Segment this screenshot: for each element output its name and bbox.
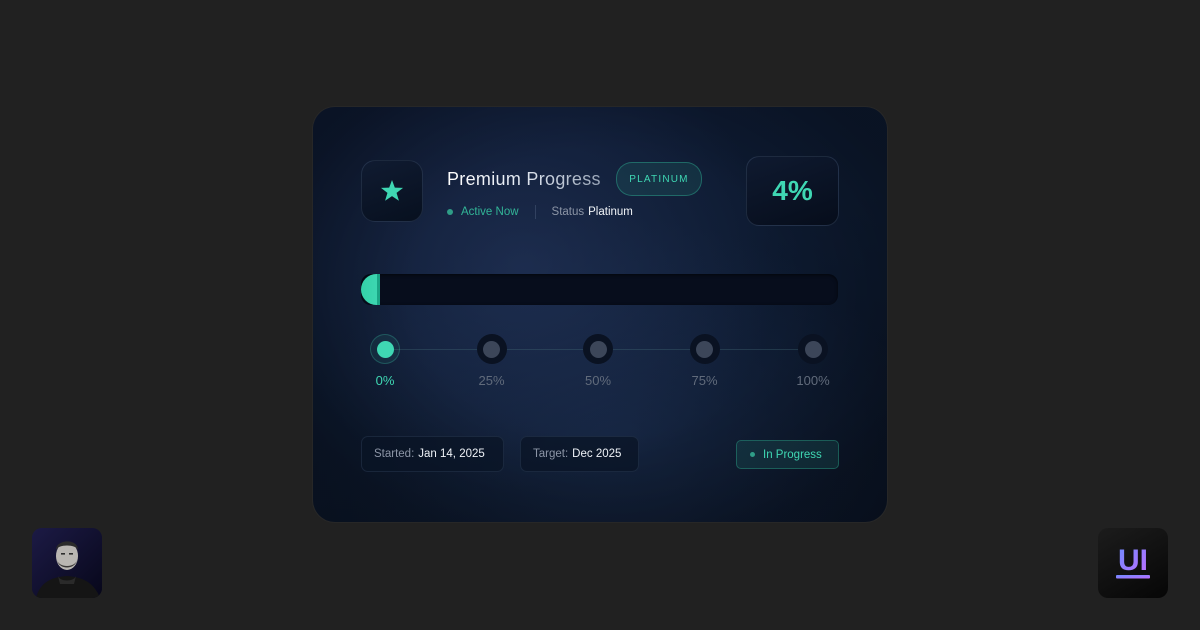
progress-bar-fill (361, 274, 381, 305)
active-status-dot (447, 209, 453, 215)
in-progress-badge: In Progress (736, 440, 839, 469)
milestone-label: 0% (375, 373, 395, 388)
milestone-25: 25% (462, 334, 522, 388)
milestone-label: 25% (478, 373, 505, 388)
milestone-50: 50% (568, 334, 628, 388)
milestone-label: 100% (796, 373, 830, 388)
meta-row: Active Now Status Platinum (447, 205, 633, 219)
progress-card: Premium Progress PLATINUM Active Now Sta… (313, 107, 887, 522)
status-value: Platinum (588, 206, 633, 218)
target-value: Dec 2025 (572, 448, 622, 460)
milestone-100: 100% (783, 334, 843, 388)
meta-divider (534, 205, 536, 219)
started-value: Jan 14, 2025 (418, 448, 485, 460)
milestone-dot (370, 334, 400, 364)
brand-logo: UI (1098, 528, 1168, 598)
milestone-label: 50% (584, 373, 612, 388)
milestone-label: 75% (691, 373, 718, 388)
started-date-pill: Started: Jan 14, 2025 (361, 436, 504, 472)
tier-icon-box (361, 160, 423, 222)
brand-logo-text: UI (1118, 544, 1148, 577)
card-title: Premium Progress (447, 169, 601, 189)
milestone-75: 75% (675, 334, 735, 388)
target-date-pill: Target: Dec 2025 (520, 436, 639, 472)
author-avatar (32, 528, 102, 598)
progress-bar (361, 274, 838, 305)
in-progress-dot (750, 452, 755, 457)
milestone-0: 0% (355, 334, 415, 388)
milestone-track: 0% 25% 50% 75% 100% (313, 334, 887, 397)
milestone-dot (476, 334, 507, 364)
started-label: Started: (374, 448, 415, 460)
in-progress-text: In Progress (763, 448, 822, 461)
milestone-dot (689, 334, 720, 364)
milestone-dot (583, 334, 613, 364)
status-label: Status (551, 206, 585, 218)
active-status-text: Active Now (461, 206, 519, 218)
milestone-dot (798, 334, 828, 364)
percent-display: 4% (746, 156, 839, 226)
tier-badge: PLATINUM (616, 162, 702, 196)
target-label: Target: (533, 448, 569, 460)
star-icon (379, 178, 405, 204)
